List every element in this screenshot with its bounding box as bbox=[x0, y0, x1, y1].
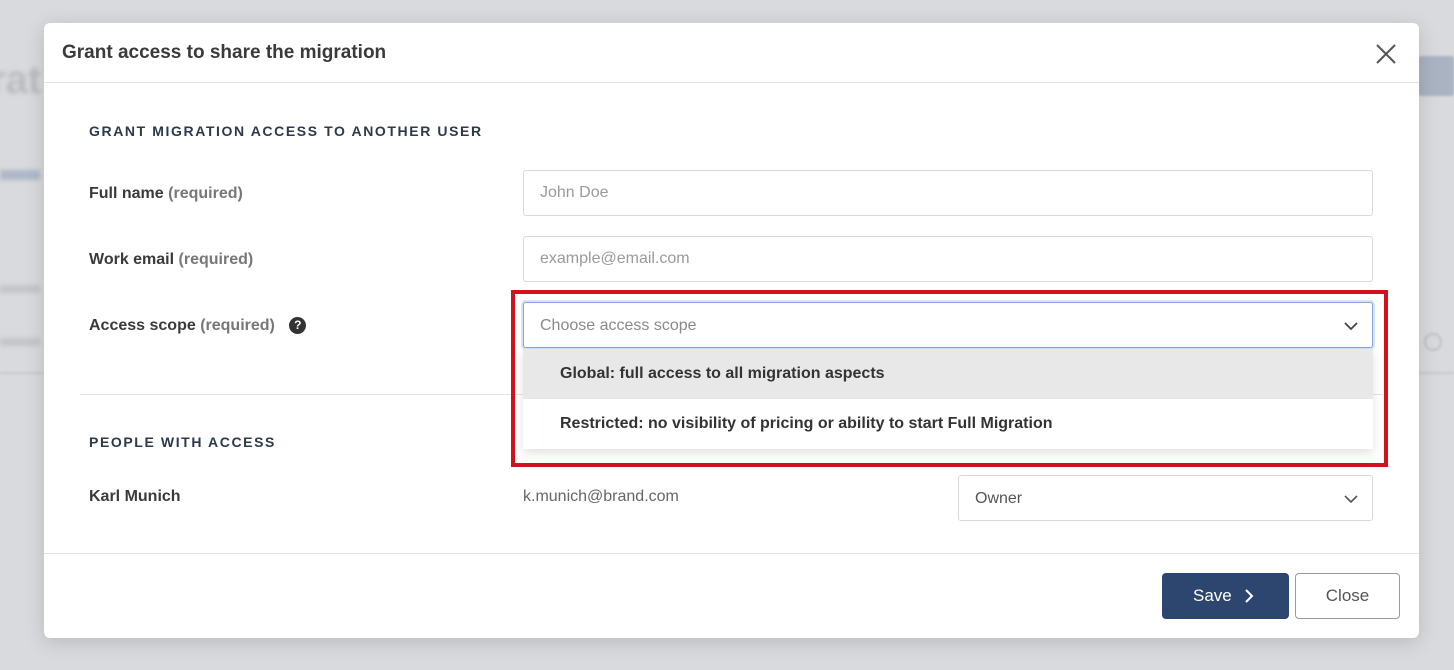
person-email: k.munich@brand.com bbox=[523, 488, 679, 505]
chevron-down-icon bbox=[1344, 322, 1358, 331]
access-scope-select[interactable]: Choose access scope bbox=[523, 302, 1373, 348]
required-hint: (required) bbox=[178, 251, 254, 268]
background-link bbox=[0, 170, 40, 180]
work-email-input[interactable] bbox=[523, 236, 1373, 282]
required-hint: (required) bbox=[200, 317, 275, 334]
chevron-right-icon bbox=[1245, 589, 1254, 603]
background-button bbox=[1418, 56, 1454, 96]
chevron-down-icon bbox=[1344, 495, 1358, 504]
access-scope-option-global[interactable]: Global: full access to all migration asp… bbox=[523, 349, 1373, 399]
people-section-heading: PEOPLE WITH ACCESS bbox=[89, 434, 276, 450]
person-role-value: Owner bbox=[975, 490, 1023, 507]
save-button[interactable]: Save bbox=[1162, 573, 1289, 619]
share-migration-modal: Grant access to share the migration GRAN… bbox=[44, 23, 1419, 638]
access-scope-label: Access scope (required) ? bbox=[89, 317, 307, 335]
save-button-label: Save bbox=[1193, 586, 1232, 605]
modal-title: Grant access to share the migration bbox=[62, 42, 387, 63]
help-icon[interactable]: ? bbox=[289, 317, 307, 334]
work-email-label-text: Work email bbox=[89, 251, 175, 268]
background-text-line bbox=[0, 338, 40, 346]
access-scope-label-text: Access scope bbox=[89, 317, 196, 334]
background-text-line bbox=[0, 285, 40, 293]
footer-divider bbox=[44, 553, 1419, 554]
full-name-label-text: Full name bbox=[89, 185, 164, 202]
grant-section-heading: GRANT MIGRATION ACCESS TO ANOTHER USER bbox=[89, 123, 483, 139]
access-scope-placeholder: Choose access scope bbox=[540, 317, 697, 334]
required-hint: (required) bbox=[168, 185, 243, 202]
close-button[interactable]: Close bbox=[1295, 573, 1400, 619]
person-role-select[interactable]: Owner bbox=[958, 475, 1373, 521]
access-scope-option-restricted[interactable]: Restricted: no visibility of pricing or … bbox=[523, 399, 1373, 449]
full-name-input[interactable] bbox=[523, 170, 1373, 216]
background-circle-icon bbox=[1424, 333, 1442, 351]
modal-header: Grant access to share the migration bbox=[44, 23, 1419, 83]
full-name-label: Full name (required) bbox=[89, 185, 243, 203]
access-scope-dropdown: Global: full access to all migration asp… bbox=[523, 349, 1373, 449]
close-icon[interactable] bbox=[1373, 41, 1399, 67]
work-email-label: Work email (required) bbox=[89, 251, 253, 269]
background-title: rat bbox=[0, 58, 42, 102]
person-name: Karl Munich bbox=[89, 488, 181, 505]
